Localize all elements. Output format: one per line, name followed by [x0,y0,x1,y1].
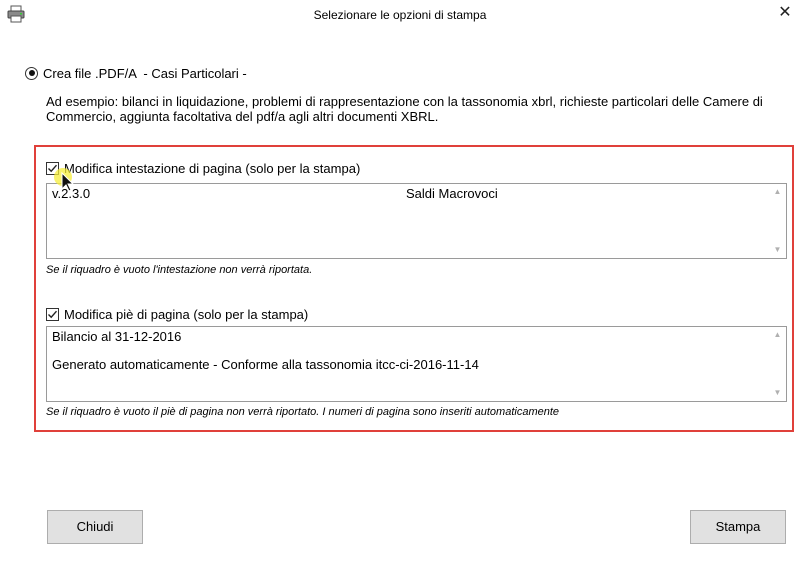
footer-line-1: Bilancio al 31-12-2016 [52,329,182,344]
footer-textarea[interactable]: Bilancio al 31-12-2016 Generato automati… [46,326,787,402]
header-text-left: v.2.3.0 [52,186,91,201]
header-checkbox[interactable] [46,161,59,175]
pdfa-option[interactable]: Crea file .PDF/A - Casi Particolari - [25,65,247,81]
footer-checkbox[interactable] [46,307,59,321]
header-text-center: Saldi Macrovoci [406,186,498,201]
header-scrollbar[interactable]: ▲ ▼ [769,184,786,258]
close-icon[interactable]: ✕ [770,0,800,28]
radio-button[interactable] [25,66,38,80]
footer-line-2: Generato automaticamente - Conforme alla… [52,357,479,372]
scroll-up-icon[interactable]: ▲ [769,184,786,200]
print-button[interactable]: Stampa [690,510,786,544]
scroll-down-icon[interactable]: ▼ [769,242,786,258]
footer-hint: Se il riquadro è vuoto il piè di pagina … [46,406,560,418]
header-textarea[interactable]: v.2.3.0 Saldi Macrovoci ▲ ▼ [46,183,787,259]
radio-label: Crea file .PDF/A - Casi Particolari - [43,65,247,81]
footer-checkbox-label: Modifica piè di pagina (solo per la stam… [64,306,309,322]
header-hint: Se il riquadro è vuoto l'intestazione no… [46,264,313,276]
title-bar: Selezionare le opzioni di stampa ✕ [0,0,800,30]
close-button[interactable]: Chiudi [47,510,143,544]
scroll-up-icon[interactable]: ▲ [769,327,786,343]
option-description: Ad esempio: bilanci in liquidazione, pro… [46,94,763,124]
window-title: Selezionare le opzioni di stampa [313,8,487,22]
header-checkbox-label: Modifica intestazione di pagina (solo pe… [64,160,361,176]
header-checkbox-row[interactable]: Modifica intestazione di pagina (solo pe… [46,160,360,176]
footer-checkbox-row[interactable]: Modifica piè di pagina (solo per la stam… [46,306,308,322]
footer-scrollbar[interactable]: ▲ ▼ [769,327,786,401]
scroll-down-icon[interactable]: ▼ [769,385,786,401]
